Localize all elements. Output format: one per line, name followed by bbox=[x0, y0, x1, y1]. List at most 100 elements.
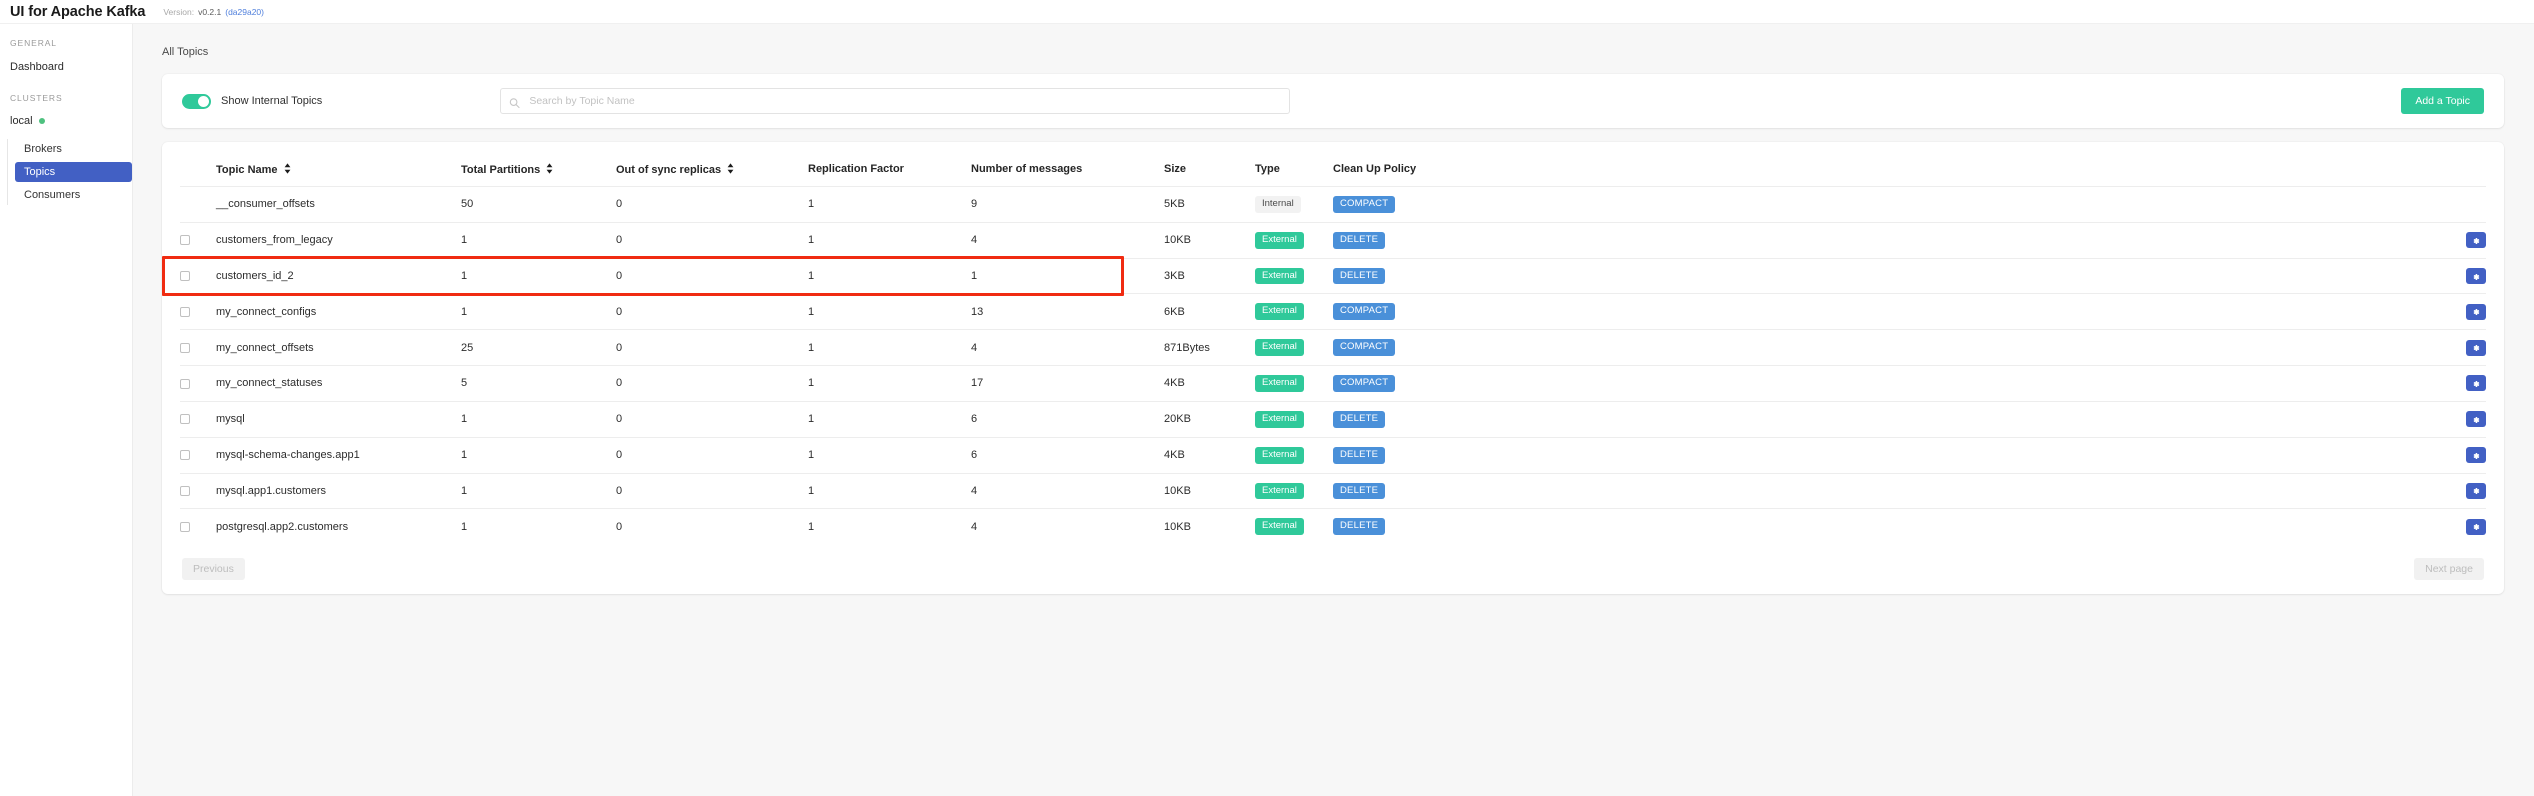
sidebar-item-topics[interactable]: Topics bbox=[15, 162, 132, 182]
cell-topic-name[interactable]: postgresql.app2.customers bbox=[216, 509, 461, 544]
cell-size: 3KB bbox=[1164, 258, 1255, 295]
row-checkbox[interactable] bbox=[180, 342, 190, 353]
table-row[interactable]: postgresql.app2.customers 1 0 1 4 10KB Externa… bbox=[180, 509, 2486, 544]
cell-topic-name[interactable]: my_connect_statuses bbox=[216, 365, 461, 402]
row-checkbox[interactable] bbox=[180, 271, 190, 282]
cell-topic-name[interactable]: my_connect_offsets bbox=[216, 329, 461, 367]
sort-toggle-icon[interactable] bbox=[284, 163, 291, 174]
row-settings-gear-button[interactable] bbox=[2466, 339, 2486, 356]
cell-number-of-messages: 9 bbox=[971, 186, 1164, 223]
cell-replication-factor: 1 bbox=[808, 473, 971, 510]
top-navbar: UI for Apache Kafka Version: v0.2.1 (da2… bbox=[0, 0, 2534, 24]
row-settings-gear-button[interactable] bbox=[2466, 447, 2486, 464]
row-settings-gear-button[interactable] bbox=[2466, 482, 2486, 499]
header-out-of-sync-replicas[interactable]: Out of sync replicas bbox=[616, 156, 808, 187]
cell-number-of-messages: 13 bbox=[971, 293, 1164, 331]
cell-out-of-sync-replicas: 0 bbox=[616, 401, 808, 438]
cell-total-partitions: 1 bbox=[461, 258, 616, 295]
toggle-switch[interactable] bbox=[182, 93, 211, 109]
row-checkbox[interactable] bbox=[180, 306, 190, 317]
type-badge: External bbox=[1255, 446, 1304, 464]
row-settings-gear-button[interactable] bbox=[2466, 375, 2486, 392]
app-shell: GENERAL Dashboard CLUSTERS local Brokers… bbox=[0, 24, 2534, 796]
row-checkbox[interactable] bbox=[180, 414, 190, 425]
add-topic-button[interactable]: Add a Topic bbox=[2401, 88, 2484, 114]
cell-topic-name[interactable]: customers_id_2 bbox=[216, 258, 461, 295]
header-actions bbox=[1511, 156, 2486, 187]
table-row[interactable]: customers_from_legacy 1 0 1 4 10KB External DEL… bbox=[180, 222, 2486, 259]
cell-replication-factor: 1 bbox=[808, 437, 971, 474]
cell-topic-name[interactable]: mysql.app1.customers bbox=[216, 473, 461, 510]
row-checkbox-cell bbox=[180, 329, 216, 367]
type-badge: External bbox=[1255, 410, 1304, 428]
cell-topic-name[interactable]: my_connect_configs bbox=[216, 293, 461, 331]
show-internal-topics-toggle[interactable]: Show Internal Topics bbox=[182, 93, 322, 109]
cell-replication-factor: 1 bbox=[808, 293, 971, 331]
sidebar-cluster-local[interactable]: local bbox=[0, 112, 132, 130]
row-checkbox[interactable] bbox=[180, 521, 190, 532]
clean-up-policy-badge: COMPACT bbox=[1333, 375, 1396, 392]
cell-type: Internal bbox=[1255, 186, 1333, 223]
breadcrumb: All Topics bbox=[162, 46, 209, 58]
table-row[interactable]: mysql.app1.customers 1 0 1 4 10KB External DELE… bbox=[180, 473, 2486, 510]
cell-clean-up-policy: DELETE bbox=[1333, 437, 1511, 474]
cell-clean-up-policy: COMPACT bbox=[1333, 365, 1511, 402]
cell-actions bbox=[1511, 365, 2486, 402]
cell-type: External bbox=[1255, 258, 1333, 295]
cell-clean-up-policy: DELETE bbox=[1333, 401, 1511, 438]
cell-total-partitions: 1 bbox=[461, 473, 616, 510]
row-settings-gear-button[interactable] bbox=[2466, 518, 2486, 535]
cell-total-partitions: 1 bbox=[461, 401, 616, 438]
cell-clean-up-policy: DELETE bbox=[1333, 509, 1511, 544]
cell-out-of-sync-replicas: 0 bbox=[616, 437, 808, 474]
row-checkbox-cell bbox=[180, 293, 216, 331]
sort-toggle-icon[interactable] bbox=[546, 163, 553, 174]
cell-replication-factor: 1 bbox=[808, 401, 971, 438]
gear-icon bbox=[2472, 269, 2480, 284]
cell-topic-name[interactable]: __consumer_offsets bbox=[216, 186, 461, 223]
cell-clean-up-policy: DELETE bbox=[1333, 258, 1511, 295]
row-checkbox[interactable] bbox=[180, 378, 190, 389]
sidebar-section-general: GENERAL bbox=[10, 38, 57, 48]
sidebar-item-dashboard[interactable]: Dashboard bbox=[0, 57, 132, 77]
row-checkbox-cell bbox=[180, 509, 216, 544]
sidebar-item-consumers[interactable]: Consumers bbox=[15, 185, 132, 205]
header-topic-name[interactable]: Topic Name bbox=[216, 156, 461, 187]
table-row[interactable]: mysql 1 0 1 6 20KB External DELETE bbox=[180, 401, 2486, 438]
next-page-button[interactable]: Next page bbox=[2414, 558, 2484, 581]
table-row[interactable]: my_connect_statuses 5 0 1 17 4KB External COMPA… bbox=[180, 365, 2486, 402]
table-row[interactable]: my_connect_offsets 25 0 1 4 871Bytes External C… bbox=[180, 329, 2486, 367]
gear-icon bbox=[2472, 483, 2480, 498]
table-row[interactable]: customers_id_2 1 0 1 1 3KB External DELETE bbox=[180, 258, 2486, 295]
type-badge: Internal bbox=[1255, 196, 1301, 213]
row-settings-gear-button[interactable] bbox=[2466, 268, 2486, 285]
header-total-partitions[interactable]: Total Partitions bbox=[461, 156, 616, 187]
cell-topic-name[interactable]: mysql bbox=[216, 401, 461, 438]
search-input[interactable] bbox=[500, 88, 1291, 114]
cell-number-of-messages: 6 bbox=[971, 437, 1164, 474]
cell-out-of-sync-replicas: 0 bbox=[616, 186, 808, 223]
cluster-label: local bbox=[10, 115, 33, 127]
cell-out-of-sync-replicas: 0 bbox=[616, 473, 808, 510]
row-settings-gear-button[interactable] bbox=[2466, 232, 2486, 249]
row-checkbox[interactable] bbox=[180, 486, 190, 496]
clean-up-policy-badge: DELETE bbox=[1333, 518, 1386, 536]
version-commit-hash-link[interactable]: (da29a20) bbox=[225, 7, 264, 17]
row-checkbox[interactable] bbox=[180, 235, 190, 246]
table-row[interactable]: my_connect_configs 1 0 1 13 6KB External COMPAC… bbox=[180, 293, 2486, 331]
cell-topic-name[interactable]: mysql-schema-changes.app1 bbox=[216, 437, 461, 474]
cell-replication-factor: 1 bbox=[808, 329, 971, 367]
row-settings-gear-button[interactable] bbox=[2466, 411, 2486, 428]
cell-size: 10KB bbox=[1164, 222, 1255, 259]
sort-toggle-icon[interactable] bbox=[727, 163, 734, 174]
table-row[interactable]: mysql-schema-changes.app1 1 0 1 6 4KB External… bbox=[180, 437, 2486, 474]
sidebar-item-brokers[interactable]: Brokers bbox=[15, 139, 132, 159]
previous-page-button[interactable]: Previous bbox=[182, 558, 245, 581]
clean-up-policy-badge: DELETE bbox=[1333, 482, 1386, 500]
header-size: Size bbox=[1164, 156, 1255, 187]
table-row[interactable]: __consumer_offsets 50 0 1 9 5KB Internal COMPAC… bbox=[180, 186, 2486, 223]
cell-topic-name[interactable]: customers_from_legacy bbox=[216, 222, 461, 259]
row-checkbox[interactable] bbox=[180, 450, 190, 461]
row-settings-gear-button[interactable] bbox=[2466, 303, 2486, 320]
gear-icon bbox=[2472, 448, 2480, 463]
